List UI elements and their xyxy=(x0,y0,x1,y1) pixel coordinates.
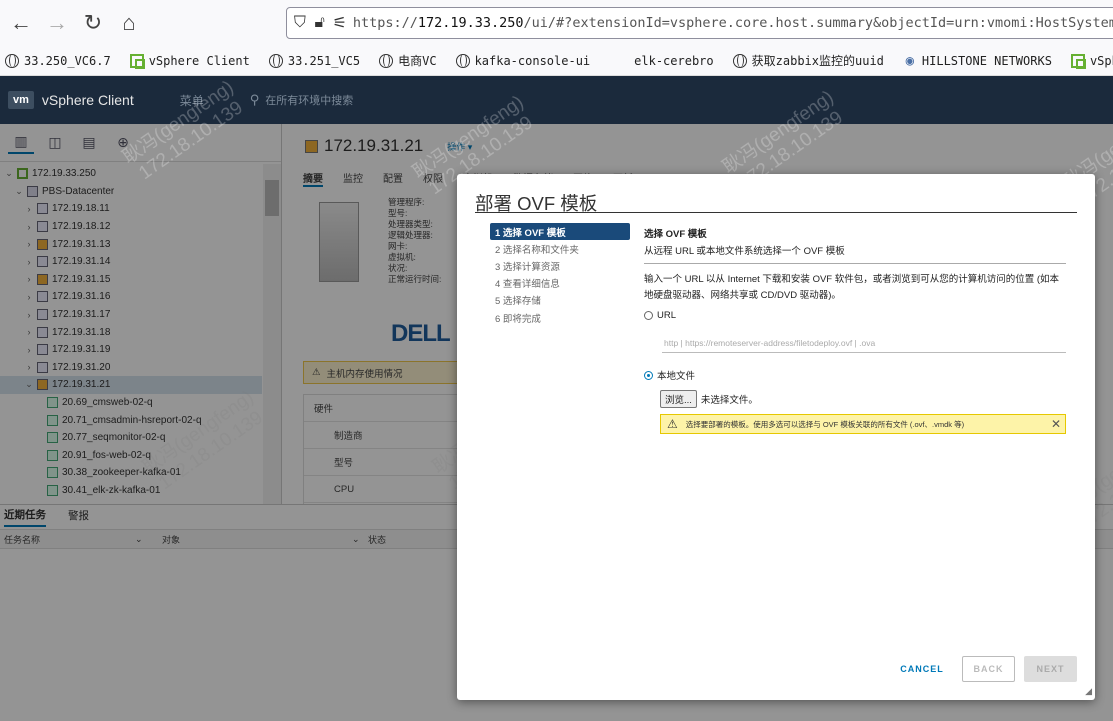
bookmark-item[interactable]: 获取zabbix监控的uuid xyxy=(728,52,884,69)
step-content: 选择 OVF 模板 从远程 URL 或本地文件系统选择一个 OVF 模板 输入一… xyxy=(644,226,1066,434)
blank-icon xyxy=(608,53,630,69)
bookmark-label: 33.251_VC5 xyxy=(287,53,361,68)
local-file-label: 本地文件 xyxy=(657,371,696,382)
wizard-step: 3 选择计算资源 xyxy=(495,261,560,273)
file-alert: ⚠ 选择要部署的模板。使用多选可以选择与 OVF 模板关联的所有文件 (.ovf… xyxy=(660,414,1066,434)
search-placeholder: 在所有环境中搜索 xyxy=(265,95,354,107)
back-arrow-icon[interactable]: ← xyxy=(6,8,36,38)
browse-button[interactable]: 浏览... xyxy=(660,390,697,408)
global-search[interactable]: ⚲ 在所有环境中搜索 xyxy=(250,92,354,108)
back-button[interactable]: BACK xyxy=(962,656,1015,682)
url-option[interactable]: URL xyxy=(644,310,1066,321)
url-radio[interactable] xyxy=(644,311,653,320)
wizard-steps: 1 选择 OVF 模板 2 选择名称和文件夹 3 选择计算资源 4 查看详细信息 5 选… xyxy=(490,223,630,326)
url-text[interactable]: https://172.19.33.250/ui/#?extensionId=v… xyxy=(353,15,1113,31)
step-title: 选择 OVF 模板 xyxy=(644,229,707,240)
dialog-footer: CANCEL BACK NEXT xyxy=(896,656,1077,682)
search-icon: ⚲ xyxy=(249,92,260,107)
globe-icon xyxy=(268,53,284,69)
step-subtitle: 从远程 URL 或本地文件系统选择一个 OVF 模板 xyxy=(644,246,845,257)
cancel-button[interactable]: CANCEL xyxy=(896,656,948,682)
vsphere-icon xyxy=(1070,53,1086,69)
bookmark-item[interactable]: elk-cerebro xyxy=(604,53,713,69)
bookmark-item[interactable]: 33.250_VC6.7 xyxy=(0,53,111,69)
bookmark-label: elk-cerebro xyxy=(634,53,714,68)
warning-icon: ⚠ xyxy=(667,417,678,431)
bookmark-item[interactable]: vSphere - 172 xyxy=(1066,53,1113,69)
deploy-ovf-dialog: 部署 OVF 模板 1 选择 OVF 模板 2 选择名称和文件夹 3 选择计算资源 4… xyxy=(457,174,1095,700)
hillstone-icon: ◉ xyxy=(905,52,915,69)
wizard-step: 6 即将完成 xyxy=(495,313,541,325)
content-divider xyxy=(644,263,1066,264)
bookmark-label: kafka-console-ui xyxy=(474,53,591,68)
browser-toolbar: ← → ↻ ⌂ ⛉ 🔓︎ ⚟ https://172.19.33.250/ui/… xyxy=(0,0,1113,46)
wizard-step: 4 查看详细信息 xyxy=(495,279,560,291)
reload-icon[interactable]: ↻ xyxy=(78,8,108,38)
address-bar[interactable]: ⛉ 🔓︎ ⚟ https://172.19.33.250/ui/#?extens… xyxy=(286,7,1113,39)
next-button[interactable]: NEXT xyxy=(1024,656,1077,682)
bookmark-label: vSphere Client xyxy=(148,53,250,68)
url-input[interactable]: http | https://remoteserver-address/file… xyxy=(662,333,1066,353)
app-header: vm vSphere Client 菜单 ⚲ 在所有环境中搜索 xyxy=(0,76,1113,124)
local-file-option[interactable]: 本地文件 xyxy=(644,368,1066,382)
step-description: 输入一个 URL 以从 Internet 下载和安装 OVF 软件包，或者浏览到… xyxy=(644,274,1060,301)
permissions-icon[interactable]: ⚟ xyxy=(333,12,347,34)
file-alert-text: 选择要部署的模板。使用多选可以选择与 OVF 模板关联的所有文件 (.ovf、.… xyxy=(685,419,965,429)
bookmark-label: 获取zabbix监控的uuid xyxy=(751,54,884,68)
app-name[interactable]: vSphere Client xyxy=(42,92,134,108)
globe-icon xyxy=(378,53,394,69)
bookmark-item[interactable]: kafka-console-ui xyxy=(451,53,591,69)
no-file-text: 未选择文件。 xyxy=(700,395,758,406)
menu-button[interactable]: 菜单 xyxy=(180,92,204,109)
file-picker: 浏览... 未选择文件。 xyxy=(660,390,1066,408)
bookmark-label: 电商VC xyxy=(398,54,437,68)
resize-grip-icon[interactable]: ◢ xyxy=(1085,686,1092,697)
url-option-label: URL xyxy=(657,310,677,321)
bookmark-item[interactable]: 33.251_VC5 xyxy=(264,53,360,69)
bookmark-label: HILLSTONE NETWORKS xyxy=(921,53,1052,68)
wizard-step: 5 选择存储 xyxy=(495,296,541,308)
bookmark-item[interactable]: 电商VC xyxy=(374,52,437,69)
bookmark-item[interactable]: ◉ HILLSTONE NETWORKS xyxy=(898,53,1052,69)
home-icon[interactable]: ⌂ xyxy=(114,8,144,38)
vsphere-icon xyxy=(129,53,145,69)
wizard-step[interactable]: 1 选择 OVF 模板 xyxy=(490,223,630,241)
forward-arrow-icon[interactable]: → xyxy=(42,8,72,38)
insecure-lock-icon[interactable]: 🔓︎ xyxy=(313,12,327,34)
globe-icon xyxy=(4,53,20,69)
globe-icon xyxy=(455,53,471,69)
vm-logo: vm xyxy=(8,91,34,109)
bookmark-label: 33.250_VC6.7 xyxy=(24,53,111,68)
shield-icon[interactable]: ⛉ xyxy=(293,12,307,34)
title-divider xyxy=(475,212,1077,213)
bookmarks-bar: 33.250_VC6.7 vSphere Client 33.251_VC5 电商VC… xyxy=(0,46,1113,76)
close-icon[interactable]: ✕ xyxy=(1051,417,1061,431)
globe-icon xyxy=(732,53,748,69)
local-file-radio[interactable] xyxy=(644,370,653,380)
wizard-step: 2 选择名称和文件夹 xyxy=(495,244,579,256)
bookmark-label: vSphere - 172 xyxy=(1089,53,1113,68)
bookmark-item[interactable]: vSphere Client xyxy=(125,53,250,69)
